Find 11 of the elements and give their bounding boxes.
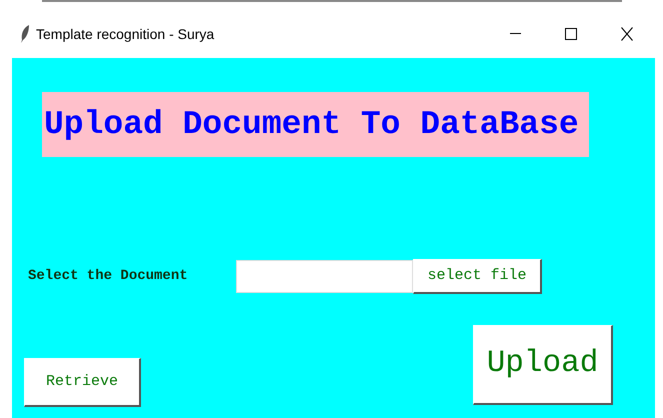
maximize-icon (565, 28, 577, 40)
upload-button[interactable]: Upload (473, 325, 613, 405)
field-label: Select the Document (28, 267, 189, 286)
select-file-button[interactable]: select file (413, 259, 542, 294)
document-field[interactable] (236, 260, 413, 293)
page-heading: Upload Document To DataBase (42, 92, 589, 157)
feather-icon (20, 24, 30, 44)
retrieve-button[interactable]: Retrieve (24, 358, 141, 407)
close-icon (621, 27, 633, 41)
minimize-icon (510, 33, 520, 35)
window-title: Template recognition - Surya (36, 24, 214, 44)
